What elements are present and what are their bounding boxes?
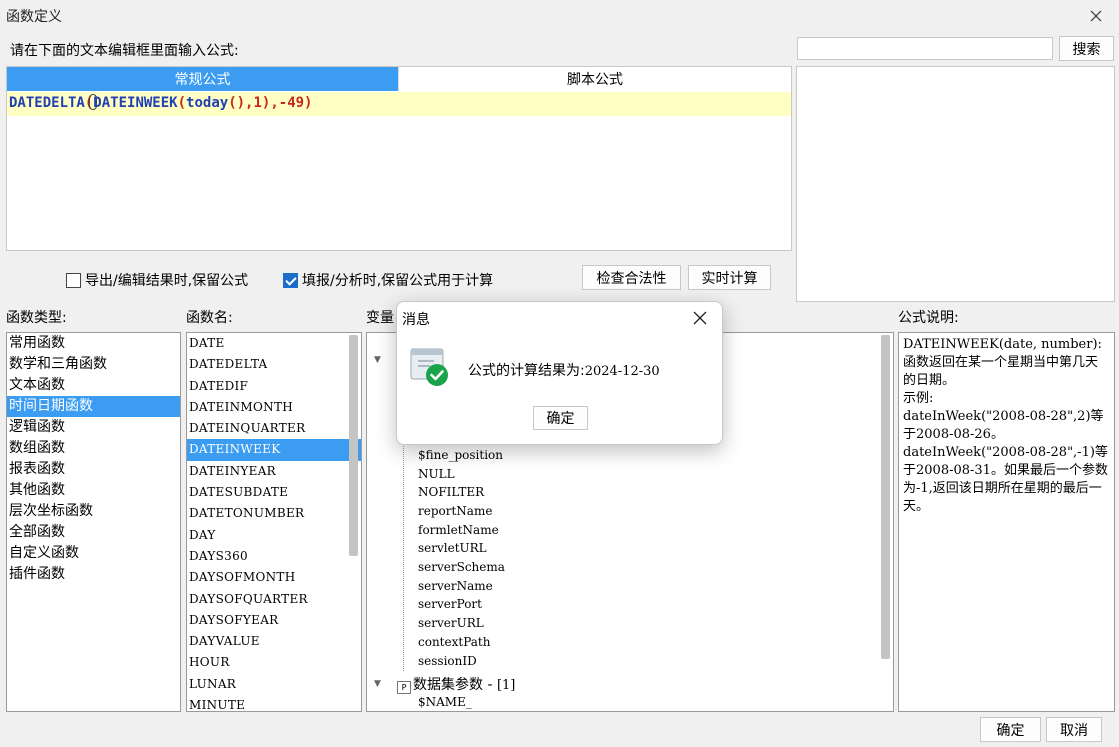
list-item[interactable]: DAYVALUE	[187, 631, 361, 652]
list-item[interactable]: MINUTE	[187, 695, 361, 711]
description-line: DATEINWEEK(date, number):函数返回在某一个星期当中第几天…	[903, 337, 1102, 388]
message-ok-button[interactable]: 确定	[533, 406, 588, 430]
checkbox-checked-icon[interactable]	[283, 272, 298, 288]
list-item[interactable]: DAY	[187, 525, 361, 546]
function-list[interactable]: DATE DATEDELTA DATEDIF DATEINMONTH DATEI…	[186, 332, 362, 712]
list-item[interactable]: 层次坐标函数	[7, 501, 180, 522]
list-item[interactable]: DATEINYEAR	[187, 461, 361, 482]
dataset-params-count: [1]	[496, 678, 516, 693]
realtime-calc-button[interactable]: 实时计算	[688, 265, 771, 290]
description-label: 公式说明:	[898, 310, 959, 326]
search-input[interactable]	[797, 37, 1053, 60]
message-dialog: 消息 公式的计算结果为:2024-12-30 确定	[396, 301, 723, 445]
variable-tree-scrollbar[interactable]	[881, 335, 890, 659]
description-line: dateInWeek("2008-08-28",-1)等于2008-08-31。…	[903, 445, 1108, 514]
tree-item[interactable]: servletURL	[418, 541, 487, 555]
function-list-scrollbar[interactable]	[349, 335, 358, 556]
list-item[interactable]: DATETONUMBER	[187, 503, 361, 524]
check-validity-button[interactable]: 检查合法性	[582, 265, 681, 290]
tab-script-formula[interactable]: 脚本公式	[398, 67, 791, 91]
dataset-params-label: 数据集参数 -	[413, 677, 497, 693]
list-item[interactable]: DAYS360	[187, 546, 361, 567]
success-check-icon	[410, 348, 448, 386]
fill-keep-formula-label: 填报/分析时,保留公式用于计算	[302, 273, 494, 289]
list-item[interactable]: 逻辑函数	[7, 417, 180, 438]
ok-button[interactable]: 确定	[980, 717, 1041, 742]
export-keep-formula-checkbox[interactable]: 导出/编辑结果时,保留公式	[66, 270, 248, 290]
tree-collapse-icon[interactable]: ▼	[374, 355, 381, 365]
list-item[interactable]: 文本函数	[7, 375, 180, 396]
export-keep-formula-label: 导出/编辑结果时,保留公式	[85, 273, 249, 289]
message-dialog-title: 消息	[402, 312, 430, 328]
message-prefix: 公式的计算结果为:	[468, 363, 585, 379]
parameter-icon: P	[397, 681, 411, 694]
tree-item[interactable]: contextPath	[418, 635, 490, 649]
list-item[interactable]: DATEDIF	[187, 376, 361, 397]
tree-item[interactable]: serverName	[418, 579, 493, 593]
close-icon[interactable]	[692, 310, 708, 326]
list-item[interactable]: 数学和三角函数	[7, 354, 180, 375]
tree-item[interactable]: $fine_position	[418, 448, 503, 462]
tree-item[interactable]: serverSchema	[418, 560, 505, 574]
list-item-selected[interactable]: 时间日期函数	[7, 396, 180, 417]
tree-item[interactable]: sessionID	[418, 654, 477, 668]
tree-item[interactable]: $NAME_	[418, 695, 472, 709]
list-item[interactable]: LUNAR	[187, 674, 361, 695]
cancel-button[interactable]: 取消	[1046, 717, 1102, 742]
list-item[interactable]: 全部函数	[7, 522, 180, 543]
list-item[interactable]: DATESUBDATE	[187, 482, 361, 503]
tree-item[interactable]: NOFILTER	[418, 485, 484, 499]
list-item[interactable]: DAYSOFYEAR	[187, 610, 361, 631]
editor-prompt: 请在下面的文本编辑框里面输入公式:	[10, 43, 239, 59]
list-item[interactable]: 报表函数	[7, 459, 180, 480]
tree-item[interactable]: reportName	[418, 504, 492, 518]
function-label: 函数名:	[186, 310, 233, 326]
description-line: dateInWeek("2008-08-28",2)等于2008-08-26。	[903, 409, 1104, 442]
formula-text[interactable]: DATEDELTA(DATEINWEEK(today(),1),-49)	[7, 92, 791, 116]
tree-item[interactable]: formletName	[418, 523, 499, 537]
list-item[interactable]: DAYSOFMONTH	[187, 567, 361, 588]
tree-item[interactable]: NULL	[418, 467, 455, 481]
list-item[interactable]: 自定义函数	[7, 543, 180, 564]
tree-item[interactable]: serverURL	[418, 616, 484, 630]
list-item[interactable]: DATE	[187, 333, 361, 354]
list-item[interactable]: 数组函数	[7, 438, 180, 459]
formula-paren: ()	[228, 95, 246, 111]
tree-item[interactable]: serverPort	[418, 597, 482, 611]
description-line: 示例:	[903, 391, 934, 406]
list-item[interactable]: DAYSOFQUARTER	[187, 589, 361, 610]
list-item[interactable]: 常用函数	[7, 333, 180, 354]
list-item[interactable]: 插件函数	[7, 564, 180, 585]
list-item-selected[interactable]: DATEINWEEK	[187, 439, 361, 461]
close-icon[interactable]	[1086, 6, 1106, 26]
tree-node-dataset-params[interactable]: P 数据集参数 - [1]	[397, 674, 515, 694]
checkbox-unchecked-icon[interactable]	[66, 272, 81, 288]
search-button[interactable]: 搜索	[1059, 36, 1114, 61]
list-item[interactable]: HOUR	[187, 652, 361, 673]
tree-collapse-icon[interactable]: ▼	[374, 679, 381, 689]
search-results-panel[interactable]	[796, 66, 1115, 302]
list-item[interactable]: 其他函数	[7, 480, 180, 501]
message-text: 公式的计算结果为:2024-12-30	[468, 360, 660, 380]
list-item[interactable]: DATEINQUARTER	[187, 418, 361, 439]
list-item[interactable]: DATEINMONTH	[187, 397, 361, 418]
description-panel: DATEINWEEK(date, number):函数返回在某一个星期当中第几天…	[898, 332, 1115, 712]
tab-regular-formula[interactable]: 常规公式	[7, 67, 398, 91]
category-list[interactable]: 常用函数 数学和三角函数 文本函数 时间日期函数 逻辑函数 数组函数 报表函数 …	[6, 332, 181, 712]
formula-fn-today: today	[186, 95, 229, 111]
formula-fn-datedelta: DATEDELTA	[9, 95, 85, 111]
formula-paren: (	[177, 95, 187, 111]
formula-fn-dateinweek: DATEINWEEK	[93, 95, 178, 111]
variable-label: 变量	[366, 310, 394, 326]
fill-keep-formula-checkbox[interactable]: 填报/分析时,保留公式用于计算	[283, 270, 493, 290]
formula-args: ,1),-49)	[245, 95, 313, 111]
category-label: 函数类型:	[6, 310, 67, 326]
message-result: 2024-12-30	[584, 364, 660, 379]
window-title: 函数定义	[6, 9, 62, 25]
list-item[interactable]: DATEDELTA	[187, 354, 361, 375]
